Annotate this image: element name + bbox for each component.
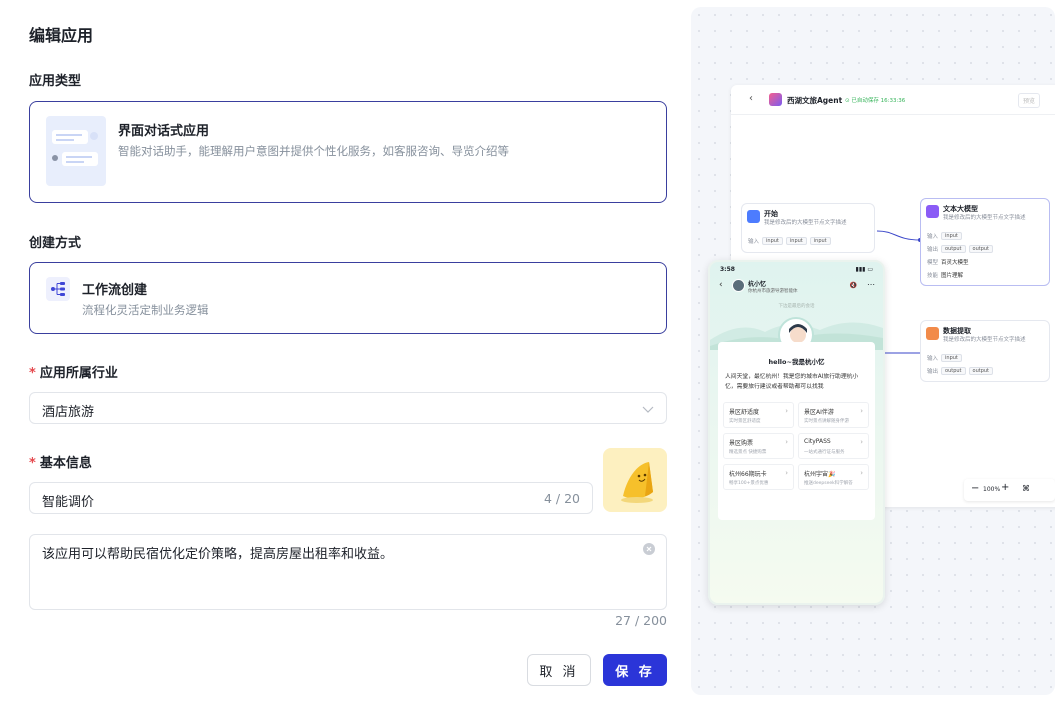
create-method-card-desc: 流程化灵活定制业务逻辑 [82,303,209,317]
extract-node-desc: 我是修改后的大模型节点文字描述 [943,337,1026,343]
llm-node[interactable]: 文本大模型 我是修改后的大模型节点文字描述 输入 input 输出 output ou… [920,198,1050,286]
app-name-input-value: 智能调价 [42,495,95,510]
llm-icon [926,205,939,218]
required-mark: * [29,366,36,381]
page-title: 编辑应用 [29,26,94,45]
app-desc-textarea[interactable]: 该应用可以帮助民宿优化定价策略，提高房屋出租率和收益。 [29,534,667,610]
service-button[interactable]: CityPASS 一站式通行证与服务 › [798,433,869,459]
zoom-out-button[interactable]: − [971,483,979,494]
bot-subtitle: 你杭州市旅游导游智能体 [748,289,798,294]
phone-time: 3:58 [720,266,735,273]
zoom-control: − 100% + ⌘ [964,479,1055,501]
start-node[interactable]: 开始 我是修改后的大模型节点文字描述 输入 input input input [741,203,875,253]
welcome-greeting: hello~我是杭小忆 [768,358,825,366]
app-type-label: 应用类型 [29,74,82,89]
required-mark: * [29,456,36,471]
service-button[interactable]: 景区购票 精选景点 快捷购票 › [723,433,794,459]
service-button[interactable]: 杭州宇宙🎉 推送deepseek科学解答 › [798,464,869,490]
bot-avatar-small [732,279,745,292]
bot-name: 杭小忆 [748,281,767,288]
industry-label: * 应用所属行业 [29,366,118,381]
save-button[interactable]: 保 存 [603,654,667,686]
industry-select-value: 酒店旅游 [42,405,95,420]
extract-node[interactable]: 数据提取 我是修改后的大模型节点文字描述 输入 input 输出 output out… [920,320,1050,382]
start-node-input-row: 输入 input input input [748,237,831,245]
llm-node-desc: 我是修改后的大模型节点文字描述 [943,215,1026,221]
start-icon [747,210,760,223]
edit-app-form: 编辑应用 应用类型 界面对话式应用 智能对话助手，能理解用户意图并提供个性化服务… [0,0,690,704]
phone-status-icons: ▮▮▮ ▭ [855,266,873,273]
dialog-app-illustration [46,116,106,186]
app-type-card-desc: 智能对话助手，能理解用户意图并提供个性化服务，如客服咨询、导览介绍等 [118,144,509,158]
app-desc-char-count: 27 / 200 [615,613,667,628]
service-button[interactable]: 杭州66期玩卡 畅享100+景点优惠 › [723,464,794,490]
app-type-card-title: 界面对话式应用 [118,124,210,139]
welcome-card: hello~我是杭小忆 人间天堂，最忆杭州！我是您的城市AI旅行助理杭小忆，需要… [718,342,875,520]
app-type-card-dialog[interactable]: 界面对话式应用 智能对话助手，能理解用户意图并提供个性化服务，如客服咨询、导览介… [29,101,667,203]
chat-notice: 下边是最后的会话 [778,304,815,309]
clear-icon[interactable] [643,543,655,555]
phone-preview: 3:58 ▮▮▮ ▭ ‹ 杭小忆 你杭州市旅游导游智能体 🔇 ⋯ 下边是最后的会… [708,260,885,605]
mute-icon[interactable]: 🔇 [850,282,857,289]
workflow-icon [46,277,70,301]
start-node-desc: 我是修改后的大模型节点文字描述 [764,220,847,226]
fit-view-icon[interactable]: ⌘ [1022,484,1030,493]
cancel-button[interactable]: 取 消 [527,654,591,686]
create-method-card-workflow[interactable]: 工作流创建 流程化灵活定制业务逻辑 [29,262,667,334]
welcome-intro: 人间天堂，最忆杭州！我是您的城市AI旅行助理杭小忆，需要旅行建议或者帮助都可以找… [725,374,859,390]
cone-mascot-icon [621,462,653,503]
app-preview-panel: ‹ 西湖文旅Agent ⊙ 已自动保存 16:33:36 预览 开始 我是修改后… [691,7,1055,695]
app-avatar[interactable] [603,448,667,512]
app-name-input[interactable]: 智能调价 4 / 20 [29,482,593,514]
phone-back-icon[interactable]: ‹ [719,280,723,290]
create-method-card-title: 工作流创建 [82,283,148,298]
more-icon[interactable]: ⋯ [867,280,875,289]
industry-select[interactable]: 酒店旅游 [29,392,667,424]
zoom-level: 100% [983,486,1001,493]
app-name-char-count: 4 / 20 [543,491,580,506]
zoom-in-button[interactable]: + [1001,482,1009,493]
extract-icon [926,327,939,340]
chevron-down-icon [642,406,654,413]
basic-info-label: * 基本信息 [29,456,92,471]
app-desc-value: 该应用可以帮助民宿优化定价策略，提高房屋出租率和收益。 [42,547,394,562]
service-button[interactable]: 景区AI伴游 实时景点讲解随身伴游 › [798,402,869,428]
service-button[interactable]: 景区舒适度 实时景区舒适度 › [723,402,794,428]
create-method-label: 创建方式 [29,236,82,251]
